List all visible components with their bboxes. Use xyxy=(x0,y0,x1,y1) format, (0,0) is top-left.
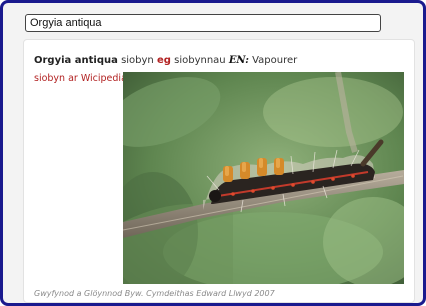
entry-card: Orgyia antiqua siobyn eg siobynnau EN: V… xyxy=(23,39,415,303)
welsh-word: siobyn xyxy=(121,55,154,66)
term-name: Orgyia antiqua xyxy=(34,55,118,66)
wikipedia-link[interactable]: siobyn ar Wicipedia xyxy=(34,73,127,84)
gender-tag: eg xyxy=(156,55,171,66)
app-frame: Orgyia antiqua siobyn eg siobynnau EN: V… xyxy=(0,0,426,306)
image-caption: Gwyfynod a Glöynnod Byw. Cymdeithas Edwa… xyxy=(34,289,275,298)
search-input[interactable] xyxy=(25,14,381,32)
entry-header: Orgyia antiqua siobyn eg siobynnau EN: V… xyxy=(34,55,297,66)
welsh-plural: siobynnau xyxy=(174,55,226,66)
caterpillar-photo xyxy=(123,72,404,284)
english-label: EN: xyxy=(228,55,249,66)
english-word: Vapourer xyxy=(252,55,298,66)
